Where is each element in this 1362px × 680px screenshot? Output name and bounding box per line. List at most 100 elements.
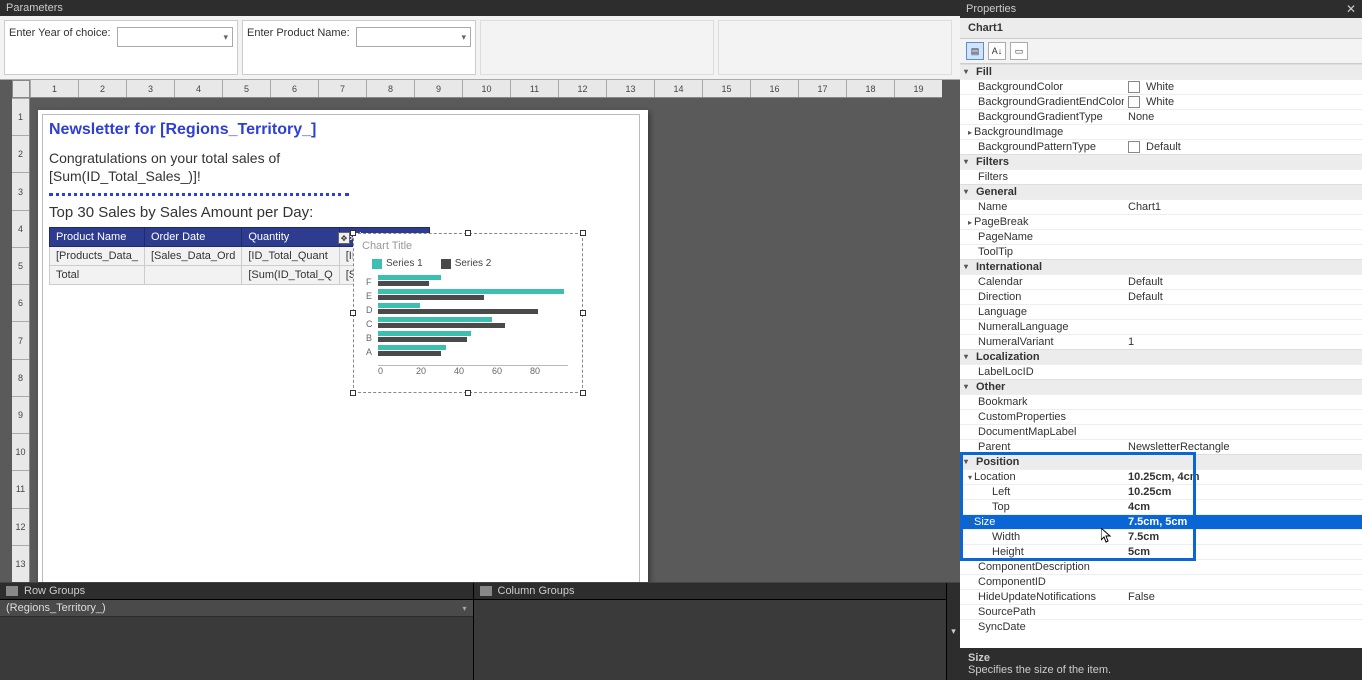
td-r1c3[interactable]: [ID_Total_Quant [242, 247, 339, 266]
prop-row-left[interactable]: Left10.25cm [960, 484, 1362, 499]
legend-item-2: Series 2 [441, 258, 492, 269]
th-product[interactable]: Product Name [50, 228, 145, 247]
row-groups-header[interactable]: Row Groups [0, 583, 473, 600]
prop-row-size[interactable]: Size7.5cm, 5cm [960, 514, 1362, 529]
td-r2c1[interactable]: Total [50, 266, 145, 285]
param-empty-2[interactable] [718, 20, 952, 75]
prop-category[interactable]: Position [960, 454, 1362, 469]
resize-handle[interactable] [350, 390, 356, 396]
prop-row-tooltip[interactable]: ToolTip [960, 244, 1362, 259]
prop-row-filters[interactable]: Filters [960, 169, 1362, 184]
prop-row-documentmaplabel[interactable]: DocumentMapLabel [960, 424, 1362, 439]
property-pages-button[interactable]: ▭ [1010, 42, 1028, 60]
prop-row-location[interactable]: Location10.25cm, 4cm [960, 469, 1362, 484]
td-r2c3[interactable]: [Sum(ID_Total_Q [242, 266, 339, 285]
prop-row-componentid[interactable]: ComponentID [960, 574, 1362, 589]
report-page[interactable]: Newsletter for [Regions_Territory_] Cong… [38, 110, 648, 582]
section-subhead[interactable]: Top 30 Sales by Sales Amount per Day: [49, 204, 633, 221]
column-groups-menu-button[interactable]: ▾ [946, 583, 960, 680]
prop-row-labellocid[interactable]: LabelLocID [960, 364, 1362, 379]
prop-row-language[interactable]: Language [960, 304, 1362, 319]
newsletter-body[interactable]: Congratulations on your total sales of [… [49, 149, 633, 185]
ruler-corner [12, 80, 30, 98]
prop-category[interactable]: Filters [960, 154, 1362, 169]
row-group-item[interactable]: (Regions_Territory_)▾ [0, 600, 473, 617]
prop-row-backgroundgradienttype[interactable]: BackgroundGradientTypeNone [960, 109, 1362, 124]
prop-row-backgroundimage[interactable]: BackgroundImage [960, 124, 1362, 139]
selected-object-name[interactable]: Chart1 [960, 18, 1362, 39]
prop-category[interactable]: Fill [960, 64, 1362, 79]
parameters-header: Parameters [0, 0, 960, 16]
td-r1c2[interactable]: [Sales_Data_Ord [144, 247, 241, 266]
prop-row-customproperties[interactable]: CustomProperties [960, 409, 1362, 424]
param-product-input[interactable]: ▾ [356, 27, 471, 47]
prop-row-pagename[interactable]: PageName [960, 229, 1362, 244]
resize-handle[interactable] [580, 390, 586, 396]
resize-handle[interactable] [350, 310, 356, 316]
move-handle-icon[interactable]: ✥ [338, 232, 350, 244]
prop-category[interactable]: International [960, 259, 1362, 274]
prop-row-pagebreak[interactable]: PageBreak [960, 214, 1362, 229]
close-icon[interactable]: ✕ [1346, 2, 1356, 16]
chart-plot-area[interactable]: FEDCBA [378, 275, 568, 365]
prop-row-numeralvariant[interactable]: NumeralVariant1 [960, 334, 1362, 349]
resize-handle[interactable] [465, 390, 471, 396]
td-r1c1[interactable]: [Products_Data_ [50, 247, 145, 266]
prop-row-width[interactable]: Width7.5cm [960, 529, 1362, 544]
th-quantity[interactable]: Quantity [242, 228, 339, 247]
prop-category[interactable]: Other [960, 379, 1362, 394]
th-orderdate[interactable]: Order Date [144, 228, 241, 247]
prop-row-calendar[interactable]: CalendarDefault [960, 274, 1362, 289]
newsletter-title[interactable]: Newsletter for [Regions_Territory_] [49, 121, 633, 139]
groups-panel: Row Groups (Regions_Territory_)▾ Column … [0, 582, 960, 680]
param-year-label: Enter Year of choice: [9, 27, 111, 39]
resize-handle[interactable] [580, 230, 586, 236]
prop-row-sourcepath[interactable]: SourcePath [960, 604, 1362, 619]
prop-row-backgroundgradientendcolor[interactable]: BackgroundGradientEndColorWhite [960, 94, 1362, 109]
chart-legend[interactable]: Series 1 Series 2 [372, 258, 574, 269]
body-line-2: [Sum(ID_Total_Sales_)]! [49, 168, 201, 184]
prop-row-height[interactable]: Height5cm [960, 544, 1362, 559]
resize-handle[interactable] [350, 230, 356, 236]
prop-row-parent[interactable]: ParentNewsletterRectangle [960, 439, 1362, 454]
properties-toolbar: ▤ A↓ ▭ [960, 39, 1362, 64]
legend-item-1: Series 1 [372, 258, 423, 269]
prop-row-hideupdatenotifications[interactable]: HideUpdateNotificationsFalse [960, 589, 1362, 604]
dotted-separator [49, 193, 349, 196]
prop-category[interactable]: General [960, 184, 1362, 199]
dropdown-icon: ▾ [223, 32, 228, 43]
prop-row-direction[interactable]: DirectionDefault [960, 289, 1362, 304]
groups-icon [480, 586, 492, 596]
body-line-1: Congratulations on your total sales of [49, 150, 280, 166]
chart-title[interactable]: Chart Title [362, 240, 574, 252]
prop-row-numerallanguage[interactable]: NumeralLanguage [960, 319, 1362, 334]
td-r2c2[interactable] [144, 266, 241, 285]
dropdown-icon[interactable]: ▾ [462, 604, 466, 613]
prop-row-backgroundcolor[interactable]: BackgroundColorWhite [960, 79, 1362, 94]
legend-swatch-2 [441, 259, 451, 269]
prop-row-name[interactable]: NameChart1 [960, 199, 1362, 214]
column-groups-header[interactable]: Column Groups [474, 583, 947, 600]
param-empty-1[interactable] [480, 20, 714, 75]
alpha-sort-button[interactable]: A↓ [988, 42, 1006, 60]
design-canvas[interactable]: 12345678910111213141516171819 1234567891… [0, 80, 960, 582]
prop-row-syncdate[interactable]: SyncDate [960, 619, 1362, 634]
prop-row-top[interactable]: Top4cm [960, 499, 1362, 514]
categorized-view-button[interactable]: ▤ [966, 42, 984, 60]
param-year-input[interactable]: ▾ [117, 27, 233, 47]
param-product-label: Enter Product Name: [247, 27, 350, 39]
prop-row-backgroundpatterntype[interactable]: BackgroundPatternTypeDefault [960, 139, 1362, 154]
prop-row-componentdescription[interactable]: ComponentDescription [960, 559, 1362, 574]
legend-swatch-1 [372, 259, 382, 269]
resize-handle[interactable] [465, 230, 471, 236]
resize-handle[interactable] [580, 310, 586, 316]
param-year-cell: Enter Year of choice: ▾ [4, 20, 238, 75]
ruler-vertical: 12345678910111213 [12, 98, 30, 582]
chart-object[interactable]: ✥ Chart Title Series 1 [353, 233, 583, 393]
prop-category[interactable]: Localization [960, 349, 1362, 364]
dropdown-icon: ▾ [461, 32, 466, 43]
groups-icon [6, 586, 18, 596]
properties-grid[interactable]: FillBackgroundColorWhiteBackgroundGradie… [960, 64, 1362, 648]
prop-row-bookmark[interactable]: Bookmark [960, 394, 1362, 409]
parameters-bar: Enter Year of choice: ▾ Enter Product Na… [0, 16, 960, 80]
